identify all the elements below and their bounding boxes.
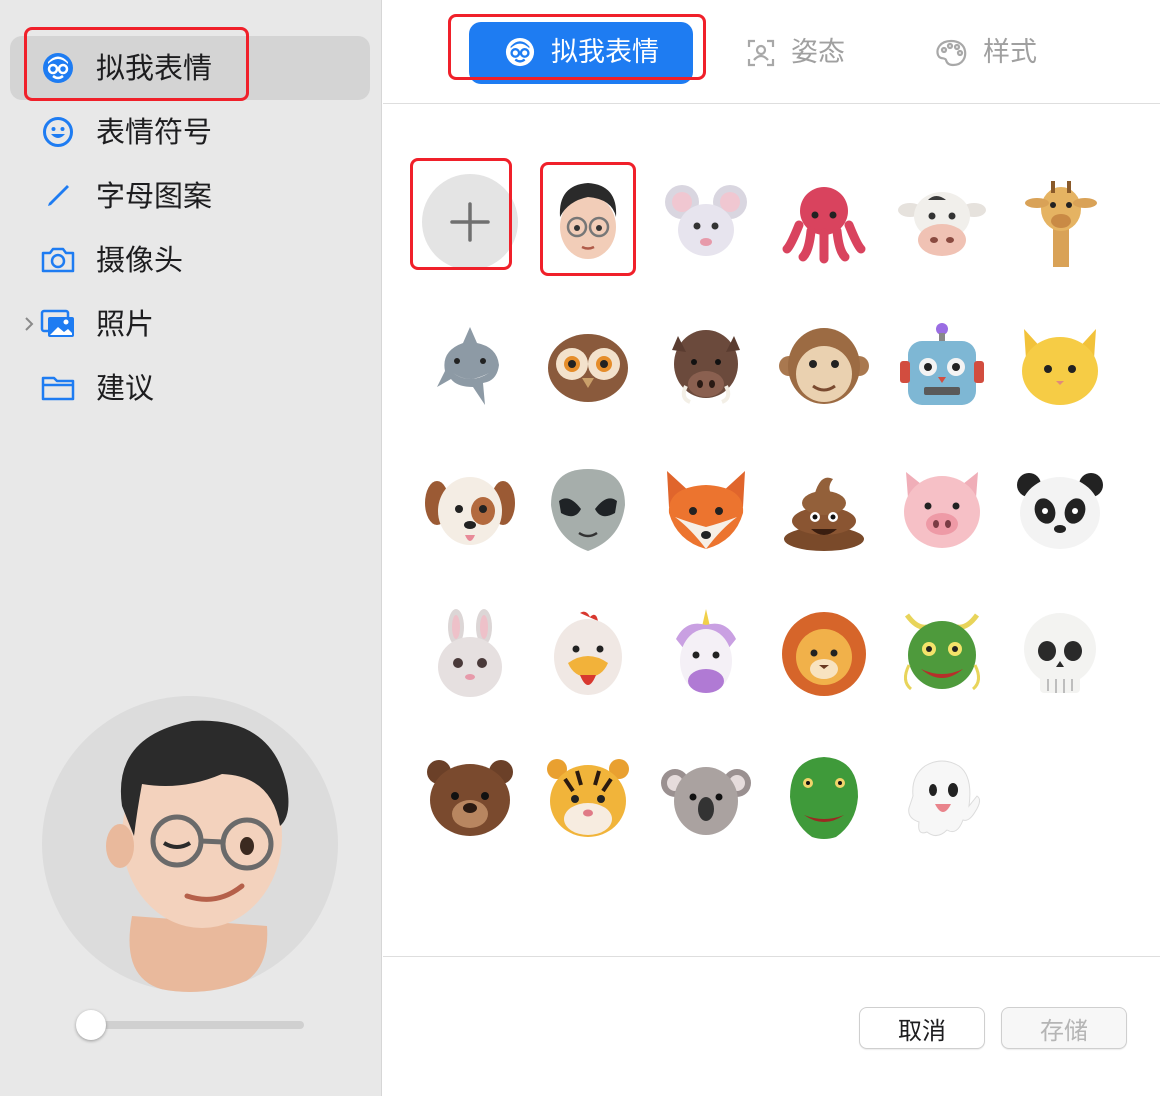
- tab-style[interactable]: 样式: [931, 22, 1061, 84]
- boar-memoji[interactable]: [658, 318, 754, 414]
- robot-memoji[interactable]: [894, 318, 990, 414]
- tab-memoji[interactable]: 拟我表情: [469, 22, 693, 84]
- pencil-icon: [40, 178, 76, 214]
- t-rex-memoji[interactable]: [776, 750, 872, 846]
- tab-label: 样式: [983, 37, 1037, 68]
- footer-bar: 取消 存储: [383, 956, 1160, 1096]
- octopus-memoji[interactable]: [776, 174, 872, 270]
- owl-memoji[interactable]: [540, 318, 636, 414]
- chicken-memoji[interactable]: [540, 606, 636, 702]
- memoji-glasses-guy[interactable]: [540, 174, 636, 270]
- shark-memoji[interactable]: [422, 318, 518, 414]
- sidebar-item-memoji[interactable]: 拟我表情: [10, 36, 370, 100]
- slider-thumb[interactable]: [76, 1010, 106, 1040]
- tab-pose[interactable]: 姿态: [739, 22, 869, 84]
- smiley-icon: [40, 114, 76, 150]
- poop-memoji[interactable]: [776, 462, 872, 558]
- zoom-slider[interactable]: [76, 1010, 304, 1040]
- sidebar-item-camera[interactable]: 摄像头: [10, 228, 370, 292]
- lion-memoji[interactable]: [776, 606, 872, 702]
- cat-memoji[interactable]: [1012, 318, 1108, 414]
- avatar-preview[interactable]: [42, 696, 338, 992]
- sidebar-item-label: 建议: [96, 371, 155, 405]
- giraffe-memoji[interactable]: [1012, 174, 1108, 270]
- sidebar-item-emoji[interactable]: 表情符号: [10, 100, 370, 164]
- unicorn-memoji[interactable]: [658, 606, 754, 702]
- photos-icon: [40, 306, 76, 342]
- cancel-button[interactable]: 取消: [859, 1007, 985, 1049]
- skull-memoji[interactable]: [1012, 606, 1108, 702]
- tiger-memoji[interactable]: [540, 750, 636, 846]
- slider-track: [78, 1021, 304, 1029]
- memoji-grid: [383, 105, 1160, 955]
- save-button[interactable]: 存储: [1001, 1007, 1127, 1049]
- sidebar-item-label: 表情符号: [96, 115, 213, 149]
- ghost-memoji[interactable]: [894, 750, 990, 846]
- sidebar-item-label: 字母图案: [96, 179, 213, 213]
- pose-icon: [747, 39, 775, 67]
- alien-memoji[interactable]: [540, 462, 636, 558]
- sidebar-item-label: 照片: [96, 307, 155, 341]
- folder-icon: [40, 370, 76, 406]
- memoji-icon: [40, 50, 76, 86]
- sidebar-item-label: 摄像头: [96, 243, 184, 277]
- sidebar-item-suggestions[interactable]: 建议: [10, 356, 370, 420]
- cow-memoji[interactable]: [894, 174, 990, 270]
- koala-memoji[interactable]: [658, 750, 754, 846]
- panda-memoji[interactable]: [1012, 462, 1108, 558]
- monkey-memoji[interactable]: [776, 318, 872, 414]
- memoji-icon: [505, 37, 535, 67]
- sidebar-item-photos[interactable]: 照片: [10, 292, 370, 356]
- add-memoji-button[interactable]: [422, 174, 518, 270]
- pig-memoji[interactable]: [894, 462, 990, 558]
- dragon-memoji[interactable]: [894, 606, 990, 702]
- camera-icon: [40, 242, 76, 278]
- chevron-right-icon[interactable]: [21, 314, 37, 334]
- rabbit-memoji[interactable]: [422, 606, 518, 702]
- fox-memoji[interactable]: [658, 462, 754, 558]
- mouse-memoji[interactable]: [658, 174, 754, 270]
- dog-memoji[interactable]: [422, 462, 518, 558]
- sidebar-item-monogram[interactable]: 字母图案: [10, 164, 370, 228]
- sidebar-item-label: 拟我表情: [96, 51, 213, 85]
- sidebar: 拟我表情 表情符号 字母图案 摄像头 照片 建议: [0, 0, 382, 1096]
- tab-label: 姿态: [791, 37, 845, 68]
- palette-icon: [935, 39, 967, 67]
- tab-bar: 拟我表情 姿态 样式: [383, 0, 1160, 104]
- bear-memoji[interactable]: [422, 750, 518, 846]
- tab-label: 拟我表情: [551, 37, 659, 68]
